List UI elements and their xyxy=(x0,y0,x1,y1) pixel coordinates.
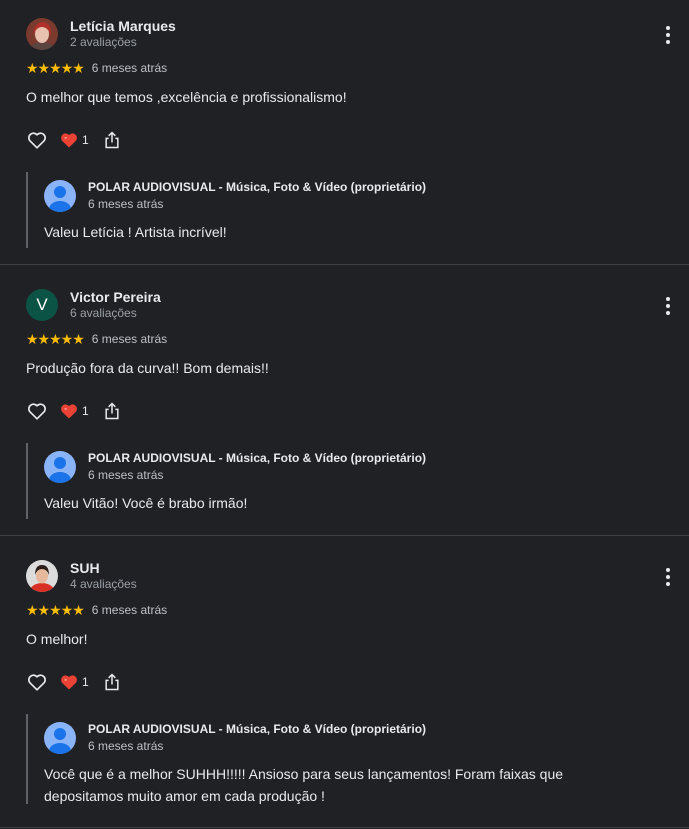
rating-row: ★★★★★ 6 meses atrás xyxy=(26,61,167,75)
star-rating-icon: ★★★★★ xyxy=(26,331,85,347)
owner-reply: POLAR AUDIOVISUAL - Música, Foto & Vídeo… xyxy=(26,714,648,804)
review-author-name[interactable]: Letícia Marques xyxy=(70,18,176,34)
review-author-count[interactable]: 6 avaliações xyxy=(70,306,137,320)
review-author-name[interactable]: Victor Pereira xyxy=(70,289,161,305)
review-actions: 1 xyxy=(26,399,122,423)
review-card: V Victor Pereira 6 avaliações ★★★★★ 6 me… xyxy=(0,265,689,536)
review-time: 6 meses atrás xyxy=(91,61,168,75)
more-options-icon[interactable] xyxy=(660,295,676,317)
reply-time: 6 meses atrás xyxy=(88,197,164,211)
red-heart-icon xyxy=(61,133,77,148)
heart-outline-icon xyxy=(28,403,46,420)
share-button[interactable] xyxy=(102,672,122,692)
red-heart-icon xyxy=(61,404,77,419)
share-icon xyxy=(105,402,119,420)
owner-avatar xyxy=(44,180,76,212)
owner-reply: POLAR AUDIOVISUAL - Música, Foto & Vídeo… xyxy=(26,172,648,248)
owner-name: POLAR AUDIOVISUAL - Música, Foto & Vídeo… xyxy=(88,180,427,194)
review-text: O melhor! xyxy=(26,631,88,647)
review-actions: 1 xyxy=(26,128,122,152)
rating-row: ★★★★★ 6 meses atrás xyxy=(26,332,167,346)
review-author-count[interactable]: 2 avaliações xyxy=(70,35,137,49)
review-text: O melhor que temos ,excelência e profiss… xyxy=(26,89,347,105)
review-time: 6 meses atrás xyxy=(91,332,168,346)
review-card: Letícia Marques 2 avaliações ★★★★★ 6 mes… xyxy=(0,0,689,265)
rating-row: ★★★★★ 6 meses atrás xyxy=(26,603,167,617)
reply-text: Você que é a melhor SUHHH!!!!! Ansioso p… xyxy=(44,766,564,804)
reaction-count: 1 xyxy=(82,133,89,147)
more-options-icon[interactable] xyxy=(660,24,676,46)
share-button[interactable] xyxy=(102,130,122,150)
reaction-button[interactable]: 1 xyxy=(59,401,89,421)
reaction-count: 1 xyxy=(82,404,89,418)
more-options-icon[interactable] xyxy=(660,566,676,588)
like-button[interactable] xyxy=(26,400,48,422)
owner-name: POLAR AUDIOVISUAL - Música, Foto & Vídeo… xyxy=(88,451,427,465)
review-actions: 1 xyxy=(26,670,122,694)
heart-outline-icon xyxy=(28,132,46,149)
user-avatar[interactable] xyxy=(26,18,58,50)
user-avatar[interactable]: V xyxy=(26,289,58,321)
owner-name: POLAR AUDIOVISUAL - Música, Foto & Vídeo… xyxy=(88,722,427,736)
owner-reply: POLAR AUDIOVISUAL - Música, Foto & Vídeo… xyxy=(26,443,648,519)
review-card: SUH 4 avaliações ★★★★★ 6 meses atrás O m… xyxy=(0,536,689,828)
review-author-count[interactable]: 4 avaliações xyxy=(70,577,137,591)
review-time: 6 meses atrás xyxy=(91,603,168,617)
heart-outline-icon xyxy=(28,674,46,691)
reply-time: 6 meses atrás xyxy=(88,739,164,753)
user-avatar[interactable] xyxy=(26,560,58,592)
reaction-count: 1 xyxy=(82,675,89,689)
like-button[interactable] xyxy=(26,129,48,151)
like-button[interactable] xyxy=(26,671,48,693)
share-button[interactable] xyxy=(102,401,122,421)
red-heart-icon xyxy=(61,675,77,690)
reply-text: Valeu Vitão! Você é brabo irmão! xyxy=(44,495,248,511)
reply-time: 6 meses atrás xyxy=(88,468,164,482)
review-author-name[interactable]: SUH xyxy=(70,560,100,576)
owner-avatar xyxy=(44,722,76,754)
owner-avatar xyxy=(44,451,76,483)
reaction-button[interactable]: 1 xyxy=(59,130,89,150)
share-icon xyxy=(105,131,119,149)
review-text: Produção fora da curva!! Bom demais!! xyxy=(26,360,269,376)
reply-text: Valeu Letícia ! Artista incrível! xyxy=(44,224,227,240)
share-icon xyxy=(105,673,119,691)
star-rating-icon: ★★★★★ xyxy=(26,60,85,76)
reaction-button[interactable]: 1 xyxy=(59,672,89,692)
star-rating-icon: ★★★★★ xyxy=(26,602,85,618)
